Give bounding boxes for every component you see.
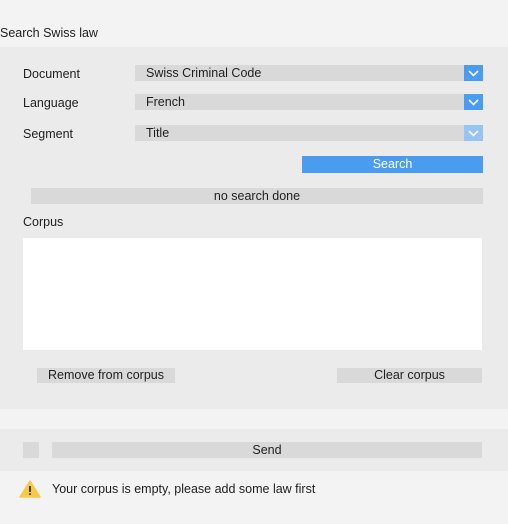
chevron-down-icon[interactable] (464, 94, 483, 110)
app-title: Search Swiss law (0, 26, 98, 40)
document-label: Document (23, 67, 80, 81)
search-status: no search done (31, 188, 483, 204)
warning-icon (19, 480, 41, 498)
notice-text: Your corpus is empty, please add some la… (52, 482, 316, 496)
language-select-value: French (146, 95, 185, 109)
remove-from-corpus-button[interactable]: Remove from corpus (37, 368, 175, 383)
document-select-value: Swiss Criminal Code (146, 66, 262, 80)
language-select[interactable]: French (135, 94, 483, 110)
search-button[interactable]: Search (302, 156, 483, 173)
chevron-down-icon[interactable] (464, 125, 483, 141)
document-select[interactable]: Swiss Criminal Code (135, 65, 483, 81)
send-button[interactable]: Send (52, 442, 482, 458)
segment-select-value: Title (146, 126, 170, 140)
segment-label: Segment (23, 127, 74, 141)
send-checkbox[interactable] (23, 442, 39, 458)
clear-corpus-button[interactable]: Clear corpus (337, 368, 482, 383)
chevron-down-icon[interactable] (464, 65, 483, 81)
segment-select[interactable]: Title (135, 125, 483, 141)
corpus-list[interactable] (23, 238, 482, 350)
corpus-label: Corpus (23, 215, 64, 229)
language-label: Language (23, 96, 79, 110)
